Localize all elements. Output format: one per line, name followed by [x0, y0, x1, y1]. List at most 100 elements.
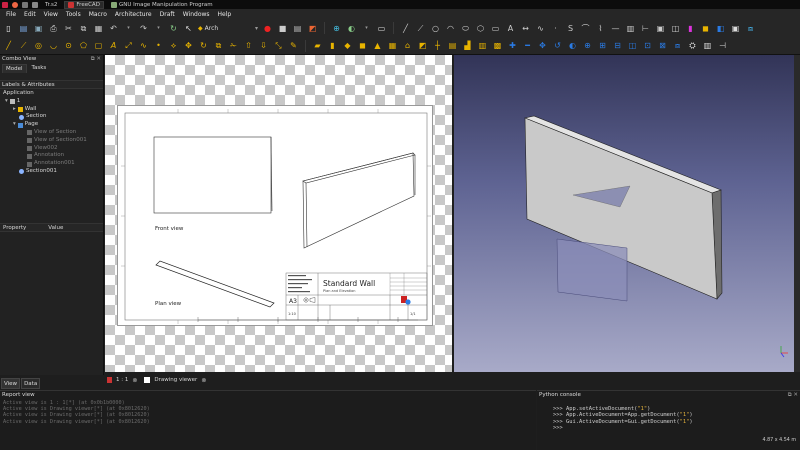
dimension-tool-icon[interactable]: ⤢ — [123, 40, 134, 51]
taskbar-item-trs2[interactable]: Tr.s2 — [42, 1, 60, 9]
tab-model[interactable]: Model — [2, 64, 27, 73]
tree-item-annotation[interactable]: Annotation — [3, 152, 103, 160]
python-input-line[interactable]: >>> — [553, 425, 800, 431]
draft-line-icon[interactable]: ╱ — [400, 23, 411, 34]
view-menu-icon[interactable]: ▭ — [376, 23, 387, 34]
arch-axis-icon[interactable]: ┼ — [432, 40, 443, 51]
point-tool-icon[interactable]: • — [153, 40, 164, 51]
tab-3d-view[interactable]: 1 : 1 — [116, 377, 128, 383]
arch-panel-icon[interactable]: ▥ — [702, 40, 713, 51]
arch-fix-icon[interactable]: ⊞ — [597, 40, 608, 51]
fit-all-icon[interactable]: ⊕ — [331, 23, 342, 34]
arch-rotate-icon[interactable]: ↺ — [552, 40, 563, 51]
draft-point-icon[interactable]: · — [550, 23, 561, 34]
arch-stairs-icon[interactable]: ▟ — [462, 40, 473, 51]
arch-cube-icon[interactable]: ◼ — [700, 23, 711, 34]
menu-file[interactable]: File — [6, 11, 16, 18]
tab-data[interactable]: Data — [21, 378, 41, 389]
execute-macro-icon[interactable]: ◩ — [307, 23, 318, 34]
workbench-selector[interactable]: ◆ Arch ▾ — [198, 25, 258, 32]
draft-hatch-icon[interactable]: ▥ — [625, 23, 636, 34]
redo-icon[interactable]: ↷ — [138, 23, 149, 34]
stop-macro-icon[interactable]: ■ — [277, 23, 288, 34]
menu-view[interactable]: View — [44, 11, 58, 18]
menu-tools[interactable]: Tools — [66, 11, 81, 18]
draft-text-icon[interactable]: A — [505, 23, 516, 34]
open-icon[interactable]: ▤ — [18, 23, 29, 34]
draft-wire-icon[interactable]: ⟋ — [415, 23, 426, 34]
3d-view[interactable] — [454, 55, 794, 372]
arc-tool-icon[interactable]: ◡ — [48, 40, 59, 51]
expand-arrow-icon[interactable]: ▾ — [13, 121, 16, 129]
arch-roof-icon[interactable]: ⌂ — [402, 40, 413, 51]
arch-check-icon[interactable]: ⊟ — [612, 40, 623, 51]
draft-polygon-icon[interactable]: ⬡ — [475, 23, 486, 34]
bspline-tool-icon[interactable]: ∿ — [138, 40, 149, 51]
tree-item-section001[interactable]: Section001 — [3, 168, 103, 176]
tab-tasks[interactable]: Tasks — [29, 64, 50, 73]
menu-help[interactable]: Help — [218, 11, 232, 18]
upgrade-tool-icon[interactable]: ⇧ — [243, 40, 254, 51]
draft-arc-icon[interactable]: ◠ — [445, 23, 456, 34]
move-tool-icon[interactable]: ✥ — [183, 40, 194, 51]
draft-ellipse-icon[interactable]: ⬭ — [460, 23, 471, 34]
taskbar-item-gimp[interactable]: GNU Image Manipulation Program — [108, 1, 216, 9]
browser-icon[interactable] — [12, 1, 18, 8]
arch-cut-icon[interactable]: ◐ — [567, 40, 578, 51]
draft-shapestring-icon[interactable]: S — [565, 23, 576, 34]
arch-wall-icon[interactable]: ▰ — [312, 40, 323, 51]
arch-floor-icon[interactable]: ◆ — [342, 40, 353, 51]
tab-view[interactable]: View — [1, 378, 21, 389]
refresh-icon[interactable]: ↻ — [168, 23, 179, 34]
edit-tool-icon[interactable]: ✎ — [288, 40, 299, 51]
line-tool-icon[interactable]: ╱ — [3, 40, 14, 51]
arch-profile-icon[interactable]: ⊣ — [717, 40, 728, 51]
shapestring-tool-icon[interactable]: ⟡ — [168, 40, 179, 51]
copy-icon[interactable]: ⧉ — [78, 23, 89, 34]
files-icon[interactable] — [32, 1, 38, 8]
rotate-tool-icon[interactable]: ↻ — [198, 40, 209, 51]
new-document-icon[interactable]: ▯ — [3, 23, 14, 34]
undo-dropdown-icon[interactable]: ▾ — [123, 23, 134, 34]
draft-clone-icon[interactable]: ◫ — [670, 23, 681, 34]
remove-icon[interactable]: ━ — [522, 40, 533, 51]
panel-float-close-icons[interactable]: ⧉ ✕ — [91, 55, 101, 64]
arch-split-icon[interactable]: ◫ — [627, 40, 638, 51]
draft-circle-icon[interactable]: ○ — [430, 23, 441, 34]
tree-item-view-of-section001[interactable]: View of Section001 — [3, 137, 103, 145]
draft-bezcurve-icon[interactable]: ⌇ — [595, 23, 606, 34]
draft-rectangle-icon[interactable]: ▭ — [490, 23, 501, 34]
tree-item-page[interactable]: ▾ Page — [3, 121, 103, 129]
arch-page-icon[interactable]: ▮ — [685, 23, 696, 34]
arch-frame-icon[interactable]: ▥ — [477, 40, 488, 51]
arch-window-icon[interactable]: ▣ — [730, 23, 741, 34]
polygon-tool-icon[interactable]: ⬠ — [78, 40, 89, 51]
tab-drawing-viewer[interactable]: Drawing viewer — [154, 377, 197, 383]
print-icon[interactable]: ⎙ — [48, 23, 59, 34]
draft-move-icon[interactable]: ⊢ — [640, 23, 651, 34]
expand-arrow-icon[interactable]: ▸ — [13, 106, 16, 114]
arch-section-plane-icon[interactable]: ◩ — [417, 40, 428, 51]
tree-item-section[interactable]: Section — [3, 113, 103, 121]
arch-scale-icon[interactable]: ◧ — [715, 23, 726, 34]
cut-icon[interactable]: ✂ — [63, 23, 74, 34]
arch-window-tool-icon[interactable]: ▦ — [387, 40, 398, 51]
draft-lock-icon[interactable]: ▣ — [655, 23, 666, 34]
draft-line2-icon[interactable]: — — [610, 23, 621, 34]
tree-item-view-of-section[interactable]: View of Section — [3, 129, 103, 137]
arch-move-icon[interactable]: ✥ — [537, 40, 548, 51]
circle-tool-icon[interactable]: ◎ — [33, 40, 44, 51]
ellipse-tool-icon[interactable]: ⊙ — [63, 40, 74, 51]
drawing-viewer[interactable]: Front view Plan view Standard Wall Plan … — [105, 55, 452, 372]
arch-building-icon[interactable]: ◼ — [357, 40, 368, 51]
save-icon[interactable]: ▣ — [33, 23, 44, 34]
arch-tool-icon[interactable]: ⧈ — [745, 23, 756, 34]
arch-mesh-icon[interactable]: ⊕ — [582, 40, 593, 51]
close-tab-icon[interactable]: ⊗ — [132, 377, 137, 384]
arch-equipment-icon[interactable]: ▩ — [492, 40, 503, 51]
wire-tool-icon[interactable]: ⟋ — [18, 40, 29, 51]
panel-float-close-icons[interactable]: ⧉ ✕ — [788, 391, 798, 400]
paste-icon[interactable]: ▦ — [93, 23, 104, 34]
arch-toggle-icon[interactable]: ⧈ — [672, 40, 683, 51]
arch-site-icon[interactable]: ▲ — [372, 40, 383, 51]
